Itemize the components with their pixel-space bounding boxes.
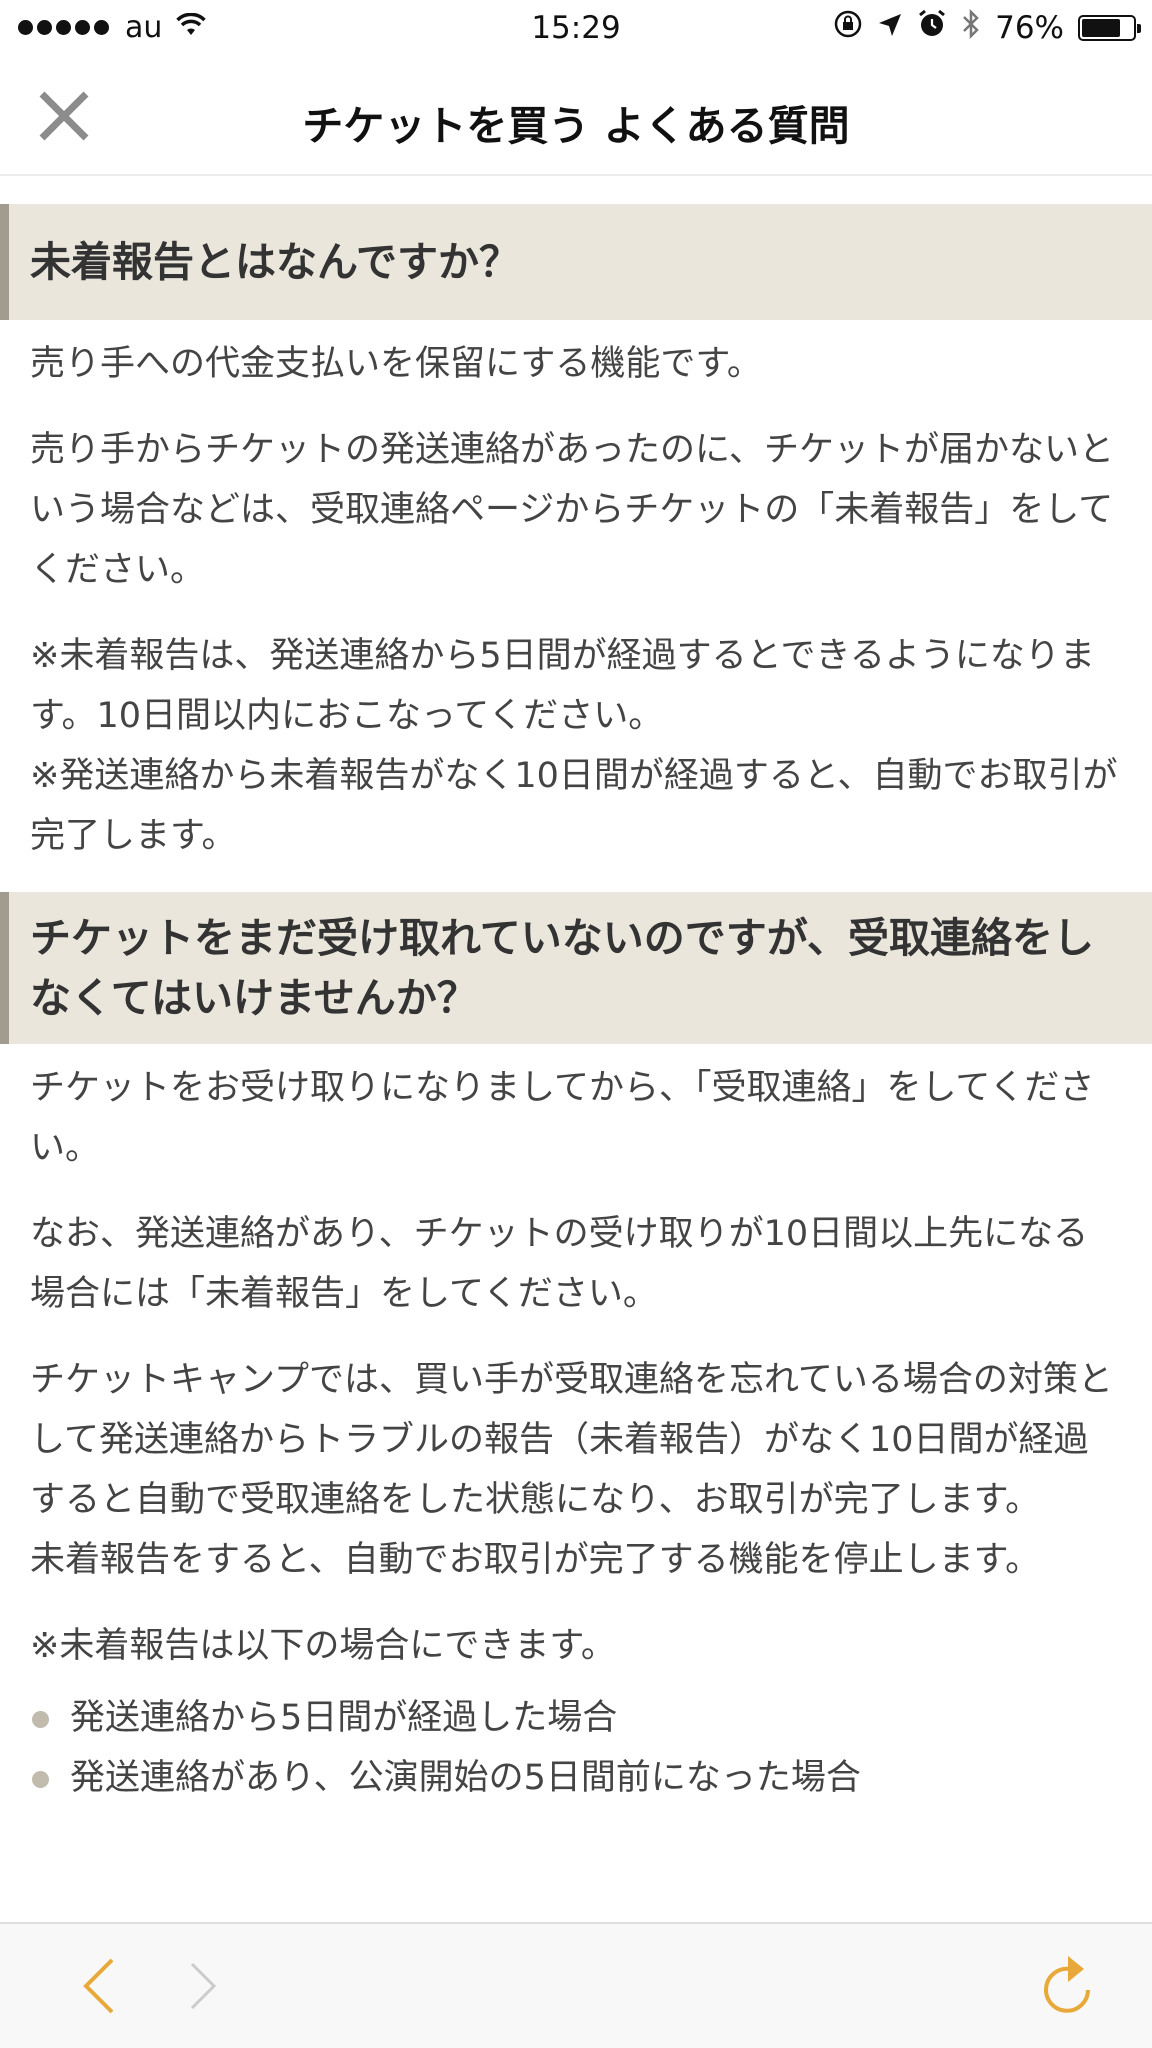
nav-bar: チケットを買う よくある質問 xyxy=(0,58,1152,176)
bullet-dot xyxy=(32,1771,49,1788)
faq-section: 未着報告とはなんですか？ 売り手への代金支払いを保留にする機能です。 売り手から… xyxy=(0,204,1152,866)
forward-button[interactable] xyxy=(180,1954,230,2018)
paragraph: チケットをお受け取りになりましてから、「受取連絡」をしてください。 xyxy=(30,1068,1095,1168)
paragraph: なお、発送連絡があり、チケットの受け取りが10日間以上先になる場合には「未着報告… xyxy=(30,1214,1089,1314)
list-item-text: 発送連絡があり、公演開始の5日間前になった場合 xyxy=(70,1758,861,1798)
chevron-right-icon xyxy=(190,1962,217,2010)
section-heading: 未着報告とはなんですか？ xyxy=(0,204,1152,320)
page-title: チケットを買う よくある質問 xyxy=(302,102,850,150)
section-body: チケットをお受け取りになりましてから、「受取連絡」をしてください。 なお、発送連… xyxy=(0,1044,1152,1808)
faq-section: チケットをまだ受け取れていないのですが、受取連絡をしなくてはいけませんか？ チケ… xyxy=(0,892,1152,1808)
battery-fill xyxy=(1082,19,1120,37)
status-bar: au 15:29 76% xyxy=(0,0,1152,58)
bluetooth-icon xyxy=(961,8,981,48)
battery-nub xyxy=(1137,24,1141,33)
reload-icon xyxy=(1044,1956,1090,2013)
faq-content: 未着報告とはなんですか？ 売り手への代金支払いを保留にする機能です。 売り手から… xyxy=(0,176,1152,1808)
bullet-dot xyxy=(32,1711,49,1728)
paragraph: 売り手への代金支払いを保留にする機能です。 xyxy=(30,344,762,384)
status-right: 76% xyxy=(833,8,1141,48)
list-item: 発送連絡があり、公演開始の5日間前になった場合 xyxy=(30,1748,1122,1808)
section-heading: チケットをまだ受け取れていないのですが、受取連絡をしなくてはいけませんか？ xyxy=(0,892,1152,1044)
battery-percent: 76% xyxy=(995,10,1064,46)
reload-button[interactable] xyxy=(1032,1952,1102,2022)
chevron-left-icon xyxy=(83,1958,114,2014)
alarm-icon xyxy=(917,9,947,47)
paragraph: 売り手からチケットの発送連絡があったのに、チケットが届かないという場合などは、受… xyxy=(30,430,1114,590)
paragraph: ※未着報告は、発送連絡から5日間が経過するとできるようになります。10日間以内に… xyxy=(30,636,1118,856)
paragraph: ※未着報告は以下の場合にできます。 xyxy=(30,1626,616,1666)
list-item: 発送連絡から5日間が経過した場合 xyxy=(30,1688,1122,1748)
back-button[interactable] xyxy=(74,1954,124,2018)
browser-toolbar xyxy=(0,1922,1152,2048)
battery-icon xyxy=(1078,15,1141,41)
paragraph: チケットキャンプでは、買い手が受取連絡を忘れている場合の対策として発送連絡からト… xyxy=(30,1360,1113,1580)
bullet-list: 発送連絡から5日間が経過した場合 発送連絡があり、公演開始の5日間前になった場合 xyxy=(30,1688,1122,1808)
list-item-text: 発送連絡から5日間が経過した場合 xyxy=(70,1698,618,1738)
location-arrow-icon xyxy=(877,11,903,46)
rotation-lock-icon xyxy=(833,9,863,47)
section-body: 売り手への代金支払いを保留にする機能です。 売り手からチケットの発送連絡があった… xyxy=(0,320,1152,866)
